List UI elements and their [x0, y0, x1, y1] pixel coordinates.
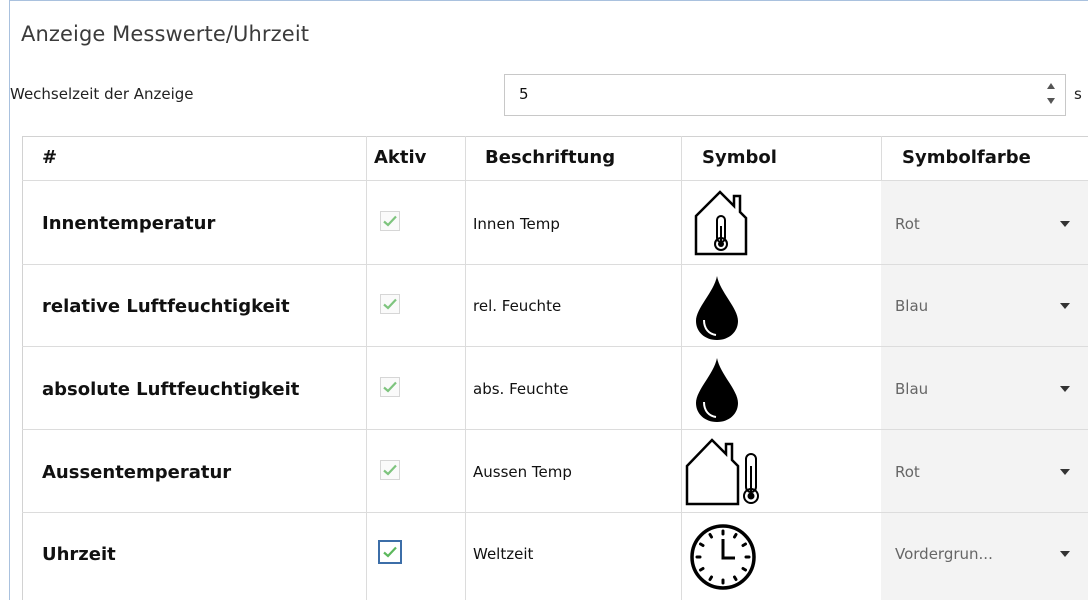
row-caption[interactable]: Innen Temp	[473, 215, 560, 233]
interval-value[interactable]: 5	[519, 85, 529, 103]
row-name: relative Luftfeuchtigkeit	[42, 296, 290, 317]
header-symbol-color: Symbolfarbe	[902, 147, 1031, 168]
color-select[interactable]: Blau	[895, 297, 928, 315]
chevron-down-icon[interactable]	[1060, 386, 1070, 392]
color-select[interactable]: Blau	[895, 380, 928, 398]
row-caption[interactable]: abs. Feuchte	[473, 380, 568, 398]
spin-up-icon[interactable]	[1047, 83, 1055, 89]
chevron-down-icon[interactable]	[1060, 303, 1070, 309]
active-checkbox[interactable]	[380, 211, 400, 231]
row-name: absolute Luftfeuchtigkeit	[42, 379, 300, 400]
color-select[interactable]: Rot	[895, 215, 920, 233]
column-divider	[465, 136, 466, 600]
row-name: Innentemperatur	[42, 213, 216, 234]
chevron-down-icon[interactable]	[1060, 551, 1070, 557]
color-select[interactable]: Vordergrun...	[895, 545, 993, 563]
interval-unit: s	[1074, 85, 1082, 103]
active-checkbox[interactable]	[380, 460, 400, 480]
active-checkbox[interactable]	[380, 294, 400, 314]
row-caption[interactable]: Aussen Temp	[473, 463, 572, 481]
header-active: Aktiv	[374, 147, 427, 168]
row-name: Aussentemperatur	[42, 462, 232, 483]
section-title: Anzeige Messwerte/Uhrzeit	[21, 22, 310, 46]
check-icon	[383, 381, 397, 393]
water-drop-icon	[696, 276, 738, 340]
chevron-down-icon[interactable]	[1060, 221, 1070, 227]
column-divider	[681, 136, 682, 600]
measurement-table: # Aktiv Beschriftung Symbol Symbolfarbe …	[22, 136, 1088, 600]
house-thermometer-icon	[694, 190, 748, 256]
active-checkbox[interactable]	[378, 540, 402, 564]
header-caption: Beschriftung	[485, 147, 616, 168]
check-icon	[383, 464, 397, 476]
column-divider	[366, 136, 367, 600]
interval-label: Wechselzeit der Anzeige	[10, 85, 194, 103]
header-symbol: Symbol	[702, 147, 777, 168]
header-index: #	[42, 147, 58, 168]
check-icon	[383, 298, 397, 310]
outdoor-thermometer-icon	[685, 438, 759, 506]
panel-top-border	[9, 0, 1088, 1]
clock-icon	[690, 524, 756, 590]
water-drop-icon	[696, 358, 738, 422]
chevron-down-icon[interactable]	[1060, 469, 1070, 475]
color-select[interactable]: Rot	[895, 463, 920, 481]
row-caption[interactable]: rel. Feuchte	[473, 297, 561, 315]
spin-down-icon[interactable]	[1047, 98, 1055, 104]
check-icon	[383, 546, 397, 558]
interval-spinbox[interactable]: 5	[504, 74, 1066, 116]
row-caption[interactable]: Weltzeit	[473, 545, 533, 563]
check-icon	[383, 215, 397, 227]
active-checkbox[interactable]	[380, 377, 400, 397]
row-name: Uhrzeit	[42, 544, 116, 565]
